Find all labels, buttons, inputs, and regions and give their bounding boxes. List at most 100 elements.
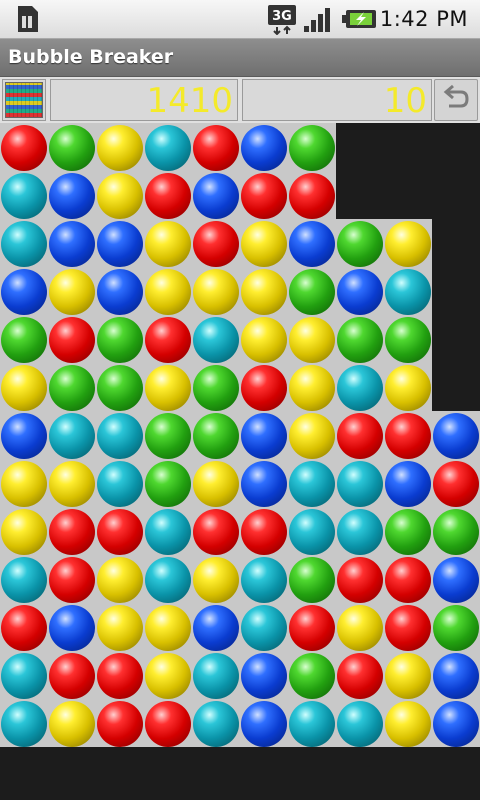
bubble-yellow[interactable] [49, 701, 95, 747]
bubble-red[interactable] [97, 701, 143, 747]
bubble-blue[interactable] [241, 413, 287, 459]
bubble-cyan[interactable] [193, 701, 239, 747]
bubble-cyan[interactable] [97, 413, 143, 459]
bubble-red[interactable] [97, 653, 143, 699]
bubble-red[interactable] [241, 173, 287, 219]
bubble-cyan[interactable] [289, 461, 335, 507]
bubble-blue[interactable] [385, 461, 431, 507]
bubble-red[interactable] [1, 125, 47, 171]
bubble-yellow[interactable] [385, 221, 431, 267]
bubble-yellow[interactable] [241, 269, 287, 315]
bubble-blue[interactable] [193, 605, 239, 651]
bubble-red[interactable] [241, 509, 287, 555]
bubble-green[interactable] [145, 413, 191, 459]
bubble-red[interactable] [385, 413, 431, 459]
bubble-cyan[interactable] [193, 317, 239, 363]
bubble-red[interactable] [337, 653, 383, 699]
bubble-green[interactable] [433, 509, 479, 555]
bubble-cyan[interactable] [337, 365, 383, 411]
bubble-cyan[interactable] [1, 701, 47, 747]
bubble-thumbnail-button[interactable] [2, 79, 46, 121]
bubble-red[interactable] [193, 125, 239, 171]
bubble-blue[interactable] [193, 173, 239, 219]
bubble-green[interactable] [337, 317, 383, 363]
bubble-yellow[interactable] [49, 269, 95, 315]
bubble-yellow[interactable] [193, 461, 239, 507]
bubble-cyan[interactable] [1, 221, 47, 267]
bubble-yellow[interactable] [145, 221, 191, 267]
bubble-cyan[interactable] [1, 653, 47, 699]
bubble-blue[interactable] [289, 221, 335, 267]
bubble-cyan[interactable] [145, 125, 191, 171]
bubble-red[interactable] [241, 365, 287, 411]
bubble-blue[interactable] [97, 221, 143, 267]
bubble-board[interactable] [0, 123, 480, 749]
bubble-yellow[interactable] [289, 365, 335, 411]
bubble-cyan[interactable] [337, 701, 383, 747]
bubble-yellow[interactable] [1, 509, 47, 555]
bubble-blue[interactable] [241, 653, 287, 699]
bubble-red[interactable] [145, 701, 191, 747]
bubble-yellow[interactable] [193, 269, 239, 315]
bubble-cyan[interactable] [289, 701, 335, 747]
bubble-green[interactable] [97, 365, 143, 411]
bubble-blue[interactable] [433, 557, 479, 603]
bubble-yellow[interactable] [49, 461, 95, 507]
bubble-cyan[interactable] [193, 653, 239, 699]
bubble-cyan[interactable] [1, 557, 47, 603]
bubble-yellow[interactable] [97, 557, 143, 603]
bubble-green[interactable] [289, 653, 335, 699]
bubble-yellow[interactable] [97, 605, 143, 651]
bubble-red[interactable] [433, 461, 479, 507]
bubble-yellow[interactable] [337, 605, 383, 651]
bubble-red[interactable] [49, 509, 95, 555]
bubble-yellow[interactable] [241, 317, 287, 363]
bubble-green[interactable] [289, 125, 335, 171]
bubble-green[interactable] [385, 509, 431, 555]
bubble-red[interactable] [193, 509, 239, 555]
bubble-red[interactable] [49, 653, 95, 699]
bubble-green[interactable] [49, 125, 95, 171]
bubble-red[interactable] [49, 557, 95, 603]
bubble-green[interactable] [289, 269, 335, 315]
undo-button[interactable] [434, 79, 478, 121]
bubble-blue[interactable] [1, 269, 47, 315]
bubble-yellow[interactable] [289, 413, 335, 459]
bubble-red[interactable] [145, 173, 191, 219]
bubble-cyan[interactable] [241, 605, 287, 651]
bubble-cyan[interactable] [145, 509, 191, 555]
bubble-red[interactable] [49, 317, 95, 363]
bubble-green[interactable] [97, 317, 143, 363]
bubble-cyan[interactable] [337, 509, 383, 555]
bubble-blue[interactable] [433, 653, 479, 699]
bubble-yellow[interactable] [1, 365, 47, 411]
bubble-red[interactable] [145, 317, 191, 363]
bubble-cyan[interactable] [145, 557, 191, 603]
bubble-green[interactable] [433, 605, 479, 651]
bubble-blue[interactable] [1, 413, 47, 459]
bubble-red[interactable] [193, 221, 239, 267]
bubble-yellow[interactable] [385, 653, 431, 699]
bubble-blue[interactable] [97, 269, 143, 315]
bubble-yellow[interactable] [97, 173, 143, 219]
bubble-blue[interactable] [49, 221, 95, 267]
bubble-yellow[interactable] [385, 701, 431, 747]
bubble-yellow[interactable] [97, 125, 143, 171]
bubble-cyan[interactable] [49, 413, 95, 459]
bubble-green[interactable] [1, 317, 47, 363]
bubble-yellow[interactable] [193, 557, 239, 603]
bubble-red[interactable] [337, 413, 383, 459]
bubble-red[interactable] [289, 173, 335, 219]
bubble-blue[interactable] [433, 701, 479, 747]
bubble-yellow[interactable] [145, 605, 191, 651]
bubble-red[interactable] [385, 557, 431, 603]
bubble-red[interactable] [97, 509, 143, 555]
bubble-green[interactable] [193, 413, 239, 459]
bubble-yellow[interactable] [289, 317, 335, 363]
bubble-cyan[interactable] [337, 461, 383, 507]
bubble-green[interactable] [337, 221, 383, 267]
bubble-cyan[interactable] [241, 557, 287, 603]
bubble-cyan[interactable] [385, 269, 431, 315]
bubble-cyan[interactable] [289, 509, 335, 555]
bubble-yellow[interactable] [241, 221, 287, 267]
